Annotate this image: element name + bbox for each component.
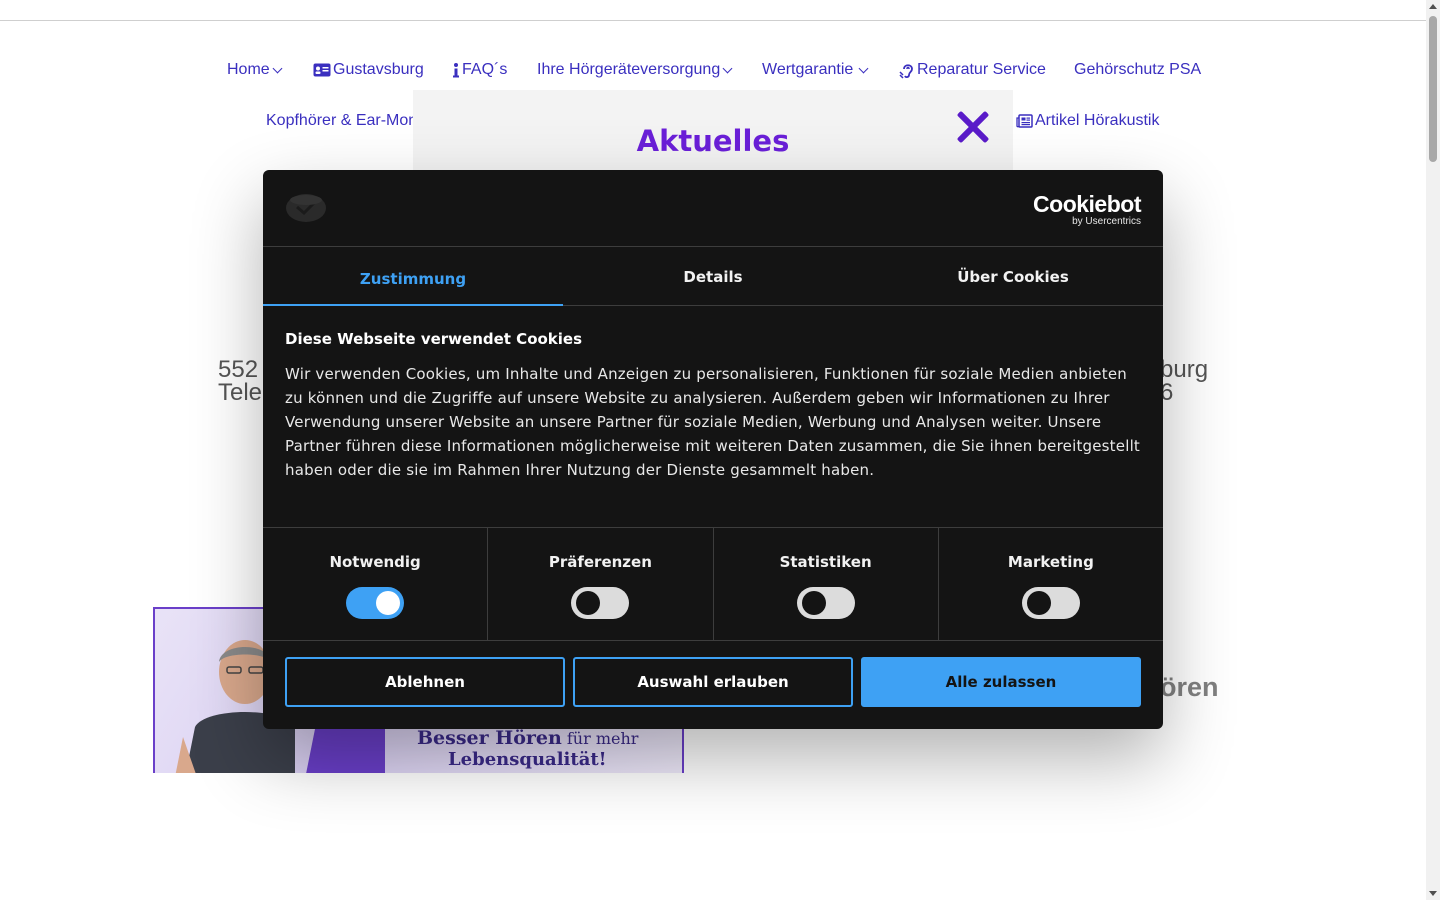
- nav-home[interactable]: Home: [227, 61, 283, 79]
- scroll-down-icon[interactable]: [1429, 891, 1437, 896]
- newspaper-icon: [1016, 114, 1033, 128]
- chevron-down-icon: [858, 63, 869, 73]
- tab-zustimmung[interactable]: Zustimmung: [263, 248, 563, 306]
- cookie-body: Diese Webseite verwendet Cookies Wir ver…: [285, 330, 1145, 482]
- toggle-praeferenzen[interactable]: [571, 587, 630, 619]
- category-marketing: Marketing: [939, 528, 1163, 640]
- address-left: 552 Tele: [218, 356, 263, 406]
- nav-artikel-hoerakustik[interactable]: Artikel Hörakustik: [1016, 112, 1159, 130]
- cookie-categories: Notwendig Präferenzen Statistiken Market…: [263, 527, 1163, 641]
- nav-faq-label: FAQ´s: [462, 61, 508, 78]
- nav-kopfhoerer-label: Kopfhörer & Ear-Mon: [266, 112, 418, 129]
- toggle-knob: [1026, 591, 1051, 615]
- toggle-knob: [576, 591, 601, 615]
- address-left-line2: Tele: [218, 379, 263, 406]
- nav-reparatur-service-label: Reparatur Service: [917, 61, 1046, 78]
- ear-icon: [899, 61, 915, 79]
- allow-all-button[interactable]: Alle zulassen: [861, 657, 1141, 707]
- toggle-knob: [376, 591, 401, 615]
- chevron-down-icon: [722, 63, 733, 73]
- nav-artikel-hoerakustik-label: Artikel Hörakustik: [1035, 112, 1160, 129]
- nav-gehoerschutz[interactable]: Gehörschutz PSA: [1074, 61, 1201, 79]
- cookie-consent-dialog: Cookiebot by Usercentrics Zustimmung Det…: [263, 170, 1163, 729]
- category-label: Statistiken: [779, 553, 872, 571]
- cookie-header: Cookiebot by Usercentrics: [263, 170, 1163, 247]
- cookie-title: Diese Webseite verwendet Cookies: [285, 330, 583, 348]
- id-card-icon: [313, 63, 331, 77]
- nav-hoergeraeteversorgung[interactable]: Ihre Hörgeräteversorgung: [537, 61, 733, 79]
- scroll-up-icon[interactable]: [1429, 4, 1437, 9]
- address-right-line2: 6: [1160, 379, 1174, 406]
- nav-reparatur-service[interactable]: Reparatur Service: [899, 61, 1046, 79]
- tab-ueber-cookies[interactable]: Über Cookies: [863, 248, 1163, 305]
- allow-selection-button[interactable]: Auswahl erlauben: [573, 657, 853, 707]
- address-left-line1: 552: [218, 356, 259, 383]
- aktuelles-title: Aktuelles: [636, 124, 790, 158]
- nav-wertgarantie-label: Wertgarantie: [762, 61, 854, 78]
- cookiebot-brand-sub: by Usercentrics: [1072, 216, 1141, 227]
- nav-gustavsburg[interactable]: Gustavsburg: [313, 61, 424, 79]
- cookie-description: Wir verwenden Cookies, um Inhalte und An…: [285, 365, 1141, 479]
- nav-home-label: Home: [227, 61, 270, 78]
- category-label: Marketing: [1007, 553, 1094, 571]
- info-icon: [452, 62, 460, 78]
- banner-headline: Besser Hören für mehr: [417, 727, 638, 749]
- category-label: Präferenzen: [548, 553, 652, 571]
- nav-gustavsburg-label: Gustavsburg: [333, 61, 424, 78]
- address-right: burg 6: [1160, 356, 1209, 406]
- chevron-down-icon: [272, 63, 283, 73]
- nav-faq[interactable]: FAQ´s: [452, 61, 507, 79]
- toggle-notwendig[interactable]: [346, 587, 405, 619]
- cookiebot-brand-name: Cookiebot: [1033, 191, 1141, 217]
- close-icon[interactable]: [956, 110, 990, 144]
- toggle-statistiken[interactable]: [796, 587, 855, 619]
- tab-details[interactable]: Details: [563, 248, 863, 305]
- cookiebot-logo: Cookiebot by Usercentrics: [1033, 192, 1141, 228]
- address-right-line1: burg: [1160, 356, 1209, 383]
- banner-subline: Lebensqualität!: [448, 749, 607, 770]
- nav-kopfhoerer[interactable]: Kopfhörer & Ear-Mon: [266, 112, 417, 130]
- category-praeferenzen: Präferenzen: [488, 528, 714, 640]
- scroll-thumb[interactable]: [1429, 16, 1437, 162]
- top-divider: [0, 20, 1426, 21]
- decline-button[interactable]: Ablehnen: [285, 657, 565, 707]
- toggle-marketing[interactable]: [1021, 587, 1080, 619]
- section-heading-partial: ören: [1160, 672, 1219, 702]
- category-notwendig: Notwendig: [263, 528, 489, 640]
- category-statistiken: Statistiken: [714, 528, 939, 640]
- nav-gehoerschutz-label: Gehörschutz PSA: [1074, 61, 1202, 78]
- cookie-tabs: Zustimmung Details Über Cookies: [263, 248, 1163, 306]
- cookie-buttons: Ablehnen Auswahl erlauben Alle zulassen: [285, 657, 1141, 707]
- category-label: Notwendig: [329, 553, 421, 571]
- banner-headline-bold: Besser Hören: [417, 727, 562, 749]
- toggle-knob: [801, 591, 826, 615]
- banner-headline-normal: für mehr: [561, 729, 639, 748]
- nav-hoergeraeteversorgung-label: Ihre Hörgeräteversorgung: [537, 61, 721, 78]
- site-logo-icon: [286, 194, 326, 222]
- nav-wertgarantie[interactable]: Wertgarantie: [762, 61, 869, 79]
- page-scrollbar[interactable]: [1426, 0, 1440, 900]
